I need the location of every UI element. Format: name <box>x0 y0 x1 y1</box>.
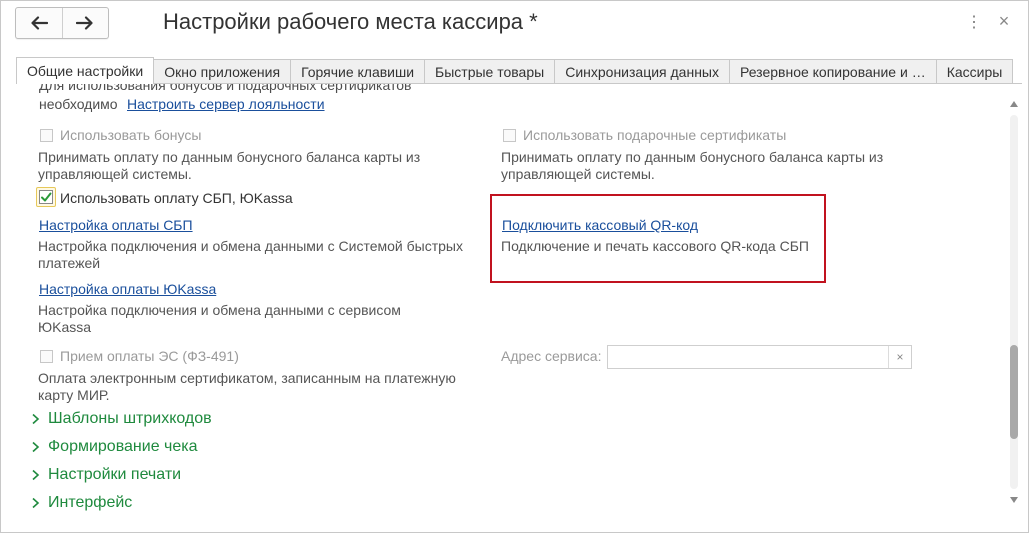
clear-icon: × <box>896 350 904 364</box>
use-gift-certificates-checkbox[interactable] <box>503 129 516 142</box>
section-label: Интерфейс <box>48 494 133 511</box>
es-payment-desc: Оплата электронным сертификатом, записан… <box>38 370 456 403</box>
service-address-input[interactable] <box>612 347 896 369</box>
checkmark-icon <box>41 192 52 202</box>
chevron-right-icon <box>32 441 40 453</box>
vertical-scrollbar[interactable] <box>1007 93 1021 515</box>
use-gift-certificates-desc: Принимать оплату по данным бонусного бал… <box>501 149 884 182</box>
section-label: Настройки печати <box>48 466 182 483</box>
service-address-label: Адрес сервиса: <box>501 348 602 364</box>
triangle-down-icon <box>1010 497 1018 503</box>
forward-button[interactable] <box>61 8 109 38</box>
tab-data-sync[interactable]: Синхронизация данных <box>554 59 730 84</box>
chevron-right-icon <box>32 413 40 425</box>
scroll-up-button[interactable] <box>1007 97 1021 111</box>
service-address-field-wrap: × <box>607 345 912 369</box>
configure-loyalty-server-link[interactable]: Настроить сервер лояльности <box>127 96 325 112</box>
section-print-settings[interactable]: Настройки печати <box>31 466 181 484</box>
tab-cashiers[interactable]: Кассиры <box>935 59 1014 84</box>
use-gift-certificates-label: Использовать подарочные сертификаты <box>523 127 787 143</box>
tab-app-window[interactable]: Окно приложения <box>153 59 292 84</box>
more-vertical-icon[interactable]: ⋮ <box>966 13 982 31</box>
es-payment-label: Прием оплаты ЭС (ФЗ-491) <box>60 348 239 364</box>
tab-hotkeys[interactable]: Горячие клавиши <box>290 59 426 84</box>
use-sbp-label: Использовать оплату СБП, ЮKassa <box>60 190 293 206</box>
sbp-payment-settings-link[interactable]: Настройка оплаты СБП <box>39 217 193 233</box>
close-icon[interactable]: × <box>995 11 1013 31</box>
section-receipt-formation[interactable]: Формирование чека <box>31 438 198 456</box>
use-sbp-checkbox[interactable] <box>36 187 56 207</box>
page-title: Настройки рабочего места кассира * <box>163 9 538 34</box>
tab-backup[interactable]: Резервное копирование и … <box>728 59 937 84</box>
triangle-up-icon <box>1010 101 1018 107</box>
chevron-right-icon <box>32 497 40 509</box>
section-barcode-templates[interactable]: Шаблоны штрихкодов <box>31 410 212 428</box>
section-interface[interactable]: Интерфейс <box>31 494 132 512</box>
scroll-down-button[interactable] <box>1007 493 1021 507</box>
clear-service-address-button[interactable]: × <box>888 346 911 368</box>
es-payment-checkbox[interactable] <box>40 350 53 363</box>
scroll-thumb[interactable] <box>1010 345 1018 439</box>
section-label: Шаблоны штрихкодов <box>48 410 212 427</box>
use-bonuses-label: Использовать бонусы <box>60 127 202 143</box>
loyalty-note-cut: Для использования бонусов и подарочных с… <box>39 84 412 93</box>
nav-buttons <box>15 7 109 39</box>
tab-quick-products[interactable]: Быстрые товары <box>424 59 556 84</box>
chevron-right-icon <box>32 469 40 481</box>
tab-general-settings[interactable]: Общие настройки <box>16 57 155 84</box>
arrow-right-icon <box>76 16 93 30</box>
yookassa-settings-desc: Настройка подключения и обмена данными с… <box>38 302 401 335</box>
settings-window: Настройки рабочего места кассира * ⋮ × О… <box>0 0 1029 533</box>
qr-highlight-frame <box>490 194 826 283</box>
arrow-left-icon <box>31 16 48 30</box>
use-bonuses-checkbox[interactable] <box>40 129 53 142</box>
loyalty-note-prefix: необходимо <box>39 96 118 112</box>
tab-bar: Общие настройки Окно приложения Горячие … <box>16 57 1014 84</box>
yookassa-settings-link[interactable]: Настройка оплаты ЮKassa <box>39 281 216 297</box>
section-label: Формирование чека <box>48 438 198 455</box>
sbp-payment-settings-desc: Настройка подключения и обмена данными с… <box>38 238 463 271</box>
use-bonuses-desc: Принимать оплату по данным бонусного бал… <box>38 149 421 182</box>
settings-content: Для использования бонусов и подарочных с… <box>1 84 1005 524</box>
back-button[interactable] <box>16 8 62 38</box>
checkbox-box <box>39 190 53 204</box>
